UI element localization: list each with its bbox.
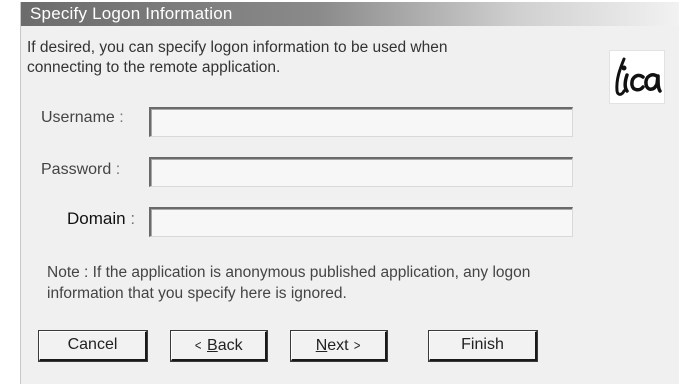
cancel-button-label: Cancel — [67, 336, 118, 353]
ica-logo-icon — [609, 50, 665, 104]
password-field[interactable] — [149, 157, 573, 187]
next-mnemonic: N — [315, 337, 328, 354]
domain-field[interactable] — [149, 207, 573, 237]
intro-line-1: If desired, you can specify logon inform… — [27, 39, 448, 56]
password-label: Password : — [41, 161, 121, 178]
next-button-label: ext — [327, 337, 349, 354]
logon-dialog: Specify Logon Information If desired, yo… — [20, 2, 679, 384]
username-field[interactable] — [149, 107, 573, 137]
cancel-button[interactable]: Cancel — [38, 330, 148, 362]
dialog-title: Specify Logon Information — [30, 4, 233, 23]
chevron-left-icon: < — [195, 337, 202, 353]
next-button[interactable]: Next > — [290, 330, 388, 362]
back-button[interactable]: < Back — [170, 330, 268, 362]
chevron-right-icon: > — [353, 337, 361, 353]
finish-button-label: Finish — [461, 336, 504, 353]
back-mnemonic: B — [207, 337, 218, 354]
intro-text: If desired, you can specify logon inform… — [27, 38, 607, 78]
back-button-label: ack — [217, 337, 243, 354]
note-line-2: information that you specify here is ign… — [47, 285, 347, 302]
finish-button[interactable]: Finish — [428, 330, 538, 362]
intro-line-2: connecting to the remote application. — [27, 59, 281, 76]
title-bar: Specify Logon Information — [21, 2, 679, 26]
domain-label: Domain : — [67, 209, 136, 228]
note-text: Note : If the application is anonymous p… — [47, 262, 667, 304]
username-label: Username : — [41, 109, 124, 126]
note-line-1: Note : If the application is anonymous p… — [47, 264, 531, 281]
